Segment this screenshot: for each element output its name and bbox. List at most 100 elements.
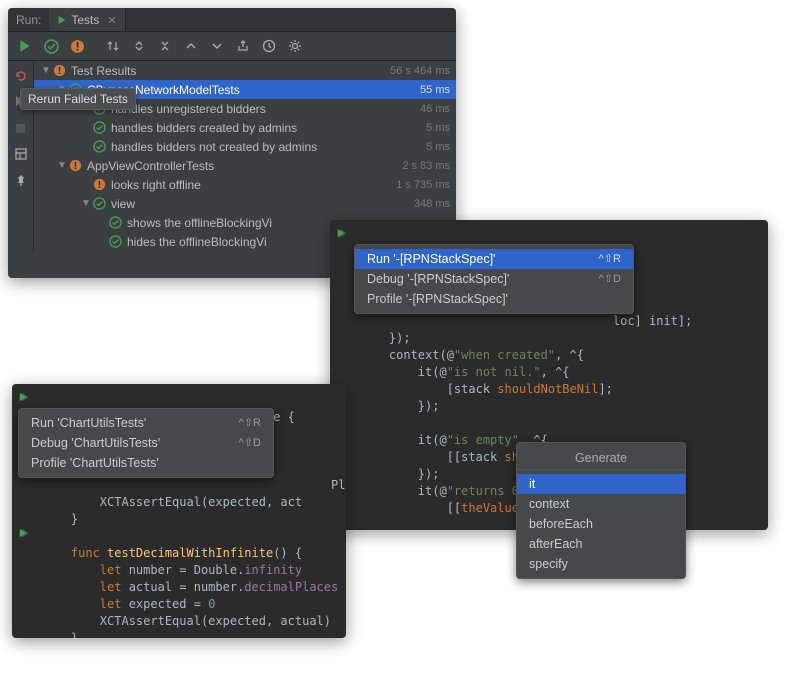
collapse-all-button[interactable]	[152, 34, 178, 58]
menu-item[interactable]: Run 'ChartUtilsTests'^⇧R	[19, 413, 273, 433]
sort-button[interactable]	[100, 34, 126, 58]
code-token: let	[42, 580, 129, 594]
test-tree-row[interactable]: ▼ view348 ms	[34, 194, 456, 213]
warn-icon	[52, 63, 67, 78]
menu-item[interactable]: beforeEach	[517, 514, 685, 534]
test-tree-row[interactable]: ▼ AppViewControllerTests2 s 83 ms	[34, 156, 456, 175]
code-token: actual	[129, 580, 172, 594]
code-token: , ^{	[555, 348, 584, 362]
close-icon[interactable]	[107, 15, 117, 25]
test-duration: 2 s 83 ms	[402, 160, 450, 172]
code-token: it(@	[360, 365, 447, 379]
code-token: actual	[280, 614, 323, 628]
test-name: Test Results	[71, 64, 390, 78]
generate-menu[interactable]: Generate it context beforeEachafterEach spec…	[516, 442, 686, 579]
code-token: decimalPlaces	[244, 580, 338, 594]
code-token: 0	[208, 597, 215, 611]
gutter-run-icon[interactable]	[18, 528, 30, 540]
test-tree-row[interactable]: handles bidders created by admins5 ms	[34, 118, 456, 137]
expand-all-button[interactable]	[126, 34, 152, 58]
code-token: [[	[360, 501, 461, 515]
test-name: handles bidders not created by admins	[111, 140, 426, 154]
stop-button[interactable]	[10, 117, 32, 139]
menu-item[interactable]: specify	[517, 554, 685, 574]
menu-item-label: Debug '-[RPNStackSpec]'	[367, 272, 509, 286]
menu-item-label: Profile 'ChartUtilsTests'	[31, 456, 159, 470]
test-name: handles unregistered bidders	[111, 102, 420, 116]
menu-item[interactable]: afterEach	[517, 534, 685, 554]
menu-item-shortcut: ^⇧D	[239, 436, 261, 450]
test-tree-row[interactable]: handles bidders not created by admins5 m…	[34, 137, 456, 156]
settings-button[interactable]	[282, 34, 308, 58]
tooltip-rerun-failed: Rerun Failed Tests	[20, 88, 136, 110]
menu-item-label: specify	[529, 557, 568, 571]
pin-button[interactable]	[10, 169, 32, 191]
code-token: "when created"	[454, 348, 555, 362]
menu-item[interactable]: Debug '-[RPNStackSpec]'^⇧D	[355, 269, 633, 289]
code-token: "is not nil."	[447, 365, 541, 379]
menu-item[interactable]: context	[517, 494, 685, 514]
pass-icon	[92, 196, 107, 211]
rerun-failed-button[interactable]	[10, 65, 32, 87]
menu-item[interactable]: Run '-[RPNStackSpec]' ^⇧R	[355, 249, 633, 269]
test-name: AppViewControllerTests	[87, 159, 402, 173]
menu-item-label: context	[529, 497, 569, 511]
export-button[interactable]	[230, 34, 256, 58]
menu-item[interactable]: Debug 'ChartUtilsTests'^⇧D	[19, 433, 273, 453]
gutter-run-icon[interactable]	[336, 228, 348, 240]
code-token: expected	[208, 495, 266, 509]
menu-item-label: Run '-[RPNStackSpec]'	[367, 252, 495, 266]
code-token: "returns 0	[447, 484, 519, 498]
expand-arrow-icon[interactable]: ▼	[40, 65, 52, 76]
layout-button[interactable]	[10, 143, 32, 165]
warn-icon	[68, 158, 83, 173]
test-duration: 348 ms	[414, 198, 450, 210]
code-token: = Double.	[172, 563, 244, 577]
menu-title: Generate	[517, 447, 685, 470]
code-token: XCTAssertEqual(	[42, 614, 208, 628]
code-token: Pl	[331, 478, 345, 492]
code-token: () {	[273, 546, 302, 560]
test-duration: 56 s 464 ms	[390, 65, 450, 77]
test-tree-row[interactable]: ▼ Test Results56 s 464 ms	[34, 61, 456, 80]
run-header: Run: Tests	[8, 8, 456, 32]
test-name: view	[111, 197, 414, 211]
menu-item[interactable]: Profile '-[RPNStackSpec]'	[355, 289, 633, 309]
code-token: infinity	[244, 563, 302, 577]
toggle-ignored-button[interactable]	[64, 34, 90, 58]
history-button[interactable]	[256, 34, 282, 58]
expand-arrow-icon[interactable]: ▼	[80, 198, 92, 209]
run-button[interactable]	[12, 34, 38, 58]
warn-icon	[92, 177, 107, 192]
gutter-run-icon[interactable]	[18, 392, 30, 404]
expand-arrow-icon[interactable]: ▼	[56, 160, 68, 171]
next-failed-button[interactable]	[204, 34, 230, 58]
code-token: number	[129, 563, 172, 577]
menu-item[interactable]: it	[517, 474, 685, 494]
code-token: theValue	[461, 501, 519, 515]
context-menu-run-class[interactable]: Run 'ChartUtilsTests'^⇧RDebug 'ChartUtil…	[18, 408, 274, 478]
code-token: {	[280, 410, 294, 424]
code-token: , act	[266, 495, 302, 509]
code-token: context(@	[360, 348, 454, 362]
play-icon	[57, 15, 67, 25]
code-token: let	[42, 597, 129, 611]
menu-item-shortcut: ^⇧R	[599, 252, 621, 266]
run-tab-tests[interactable]: Tests	[49, 8, 126, 31]
menu-item[interactable]: Profile 'ChartUtilsTests'	[19, 453, 273, 473]
code-token: let	[42, 563, 129, 577]
code-token: func	[42, 546, 107, 560]
code-token: testDecimalWithInfinite	[107, 546, 273, 560]
toggle-pass-button[interactable]	[38, 34, 64, 58]
context-menu-run-spec[interactable]: Run '-[RPNStackSpec]' ^⇧R Debug '-[RPNStac…	[354, 244, 634, 314]
code-token: });	[360, 331, 411, 345]
code-token: }	[42, 631, 78, 638]
code-token: shouldNotBeNil	[497, 382, 598, 396]
test-duration: 55 ms	[420, 84, 450, 96]
code-token: }	[42, 512, 78, 526]
code-token: = number.	[172, 580, 244, 594]
test-tree-row[interactable]: looks right offline1 s 735 ms	[34, 175, 456, 194]
code-token: ];	[598, 382, 612, 396]
code-token: it(@	[360, 433, 447, 447]
prev-failed-button[interactable]	[178, 34, 204, 58]
